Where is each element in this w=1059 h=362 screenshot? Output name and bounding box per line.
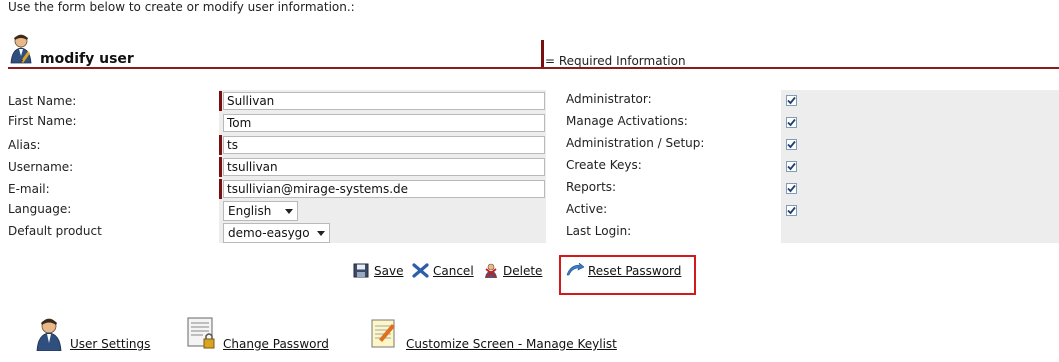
delete-label: Delete: [503, 264, 543, 278]
save-button[interactable]: Save: [353, 263, 403, 278]
user-settings-label: User Settings: [70, 337, 151, 351]
checkmark-icon: [787, 206, 796, 215]
reports-label: Reports:: [566, 180, 617, 194]
page-title: modify user: [40, 51, 134, 67]
required-marker-legend: [541, 40, 544, 68]
customize-screen-label: Customize Screen - Manage Keylist: [406, 337, 617, 351]
user-edit-icon: [10, 34, 36, 64]
reset-password-label: Reset Password: [588, 263, 682, 278]
user-settings-link[interactable]: User Settings: [34, 317, 150, 351]
required-marker: [219, 157, 222, 177]
active-label: Active:: [566, 202, 608, 216]
default-product-select-value: demo-easygo: [228, 226, 310, 240]
save-label: Save: [374, 263, 404, 278]
customize-screen-link[interactable]: Customize Screen - Manage Keylist: [370, 317, 617, 351]
notepad-edit-icon: [371, 319, 395, 348]
permissions-panel: [781, 90, 1059, 243]
checkmark-icon: [787, 184, 796, 193]
last-login-label: Last Login:: [566, 224, 632, 238]
change-password-link[interactable]: Change Password: [187, 317, 329, 351]
header-divider: [8, 67, 1059, 69]
key-reset-icon: [566, 263, 584, 276]
chevron-down-icon: [285, 208, 293, 214]
reports-checkbox[interactable]: [786, 183, 797, 194]
required-marker: [219, 135, 222, 155]
email-label: E-mail:: [8, 182, 50, 196]
language-select-value: English: [228, 204, 272, 218]
alias-label: Alias:: [8, 138, 41, 152]
delete-user-icon: [485, 263, 497, 278]
required-info-note: = Required Information: [545, 54, 686, 68]
administrator-checkbox[interactable]: [786, 95, 797, 106]
cancel-button[interactable]: Cancel: [412, 263, 474, 278]
required-marker: [219, 91, 222, 111]
required-marker: [219, 179, 222, 199]
last-name-label: Last Name:: [8, 94, 77, 108]
username-label: Username:: [8, 160, 74, 174]
manage-activations-label: Manage Activations:: [566, 114, 688, 128]
first-name-input[interactable]: Tom: [223, 114, 545, 132]
language-select[interactable]: English: [223, 201, 298, 221]
delete-button[interactable]: Delete: [483, 263, 542, 279]
user-icon: [36, 318, 62, 351]
checkmark-icon: [787, 118, 796, 127]
administrator-label: Administrator:: [566, 92, 652, 106]
create-keys-checkbox[interactable]: [786, 161, 797, 172]
floppy-disk-icon: [353, 263, 369, 278]
default-product-select[interactable]: demo-easygo: [223, 223, 330, 243]
checkmark-icon: [787, 162, 796, 171]
close-icon: [412, 263, 429, 278]
first-name-label: First Name:: [8, 114, 77, 128]
password-document-icon: [187, 317, 215, 349]
admin-setup-label: Administration / Setup:: [566, 136, 705, 150]
reset-password-button[interactable]: Reset Password: [566, 263, 681, 278]
chevron-down-icon: [317, 230, 325, 236]
admin-setup-checkbox[interactable]: [786, 139, 797, 150]
intro-text: Use the form below to create or modify u…: [8, 0, 355, 14]
checkmark-icon: [787, 96, 796, 105]
default-product-label: Default product: [8, 224, 102, 238]
checkmark-icon: [787, 140, 796, 149]
active-checkbox[interactable]: [786, 205, 797, 216]
language-label: Language:: [8, 202, 72, 216]
manage-activations-checkbox[interactable]: [786, 117, 797, 128]
alias-input[interactable]: ts: [223, 136, 545, 154]
email-input[interactable]: tsullivian@mirage-systems.de: [223, 180, 545, 198]
cancel-label: Cancel: [433, 263, 474, 278]
change-password-label: Change Password: [223, 337, 329, 351]
username-input[interactable]: tsullivan: [223, 158, 545, 176]
last-name-input[interactable]: Sullivan: [223, 92, 545, 110]
create-keys-label: Create Keys:: [566, 158, 642, 172]
